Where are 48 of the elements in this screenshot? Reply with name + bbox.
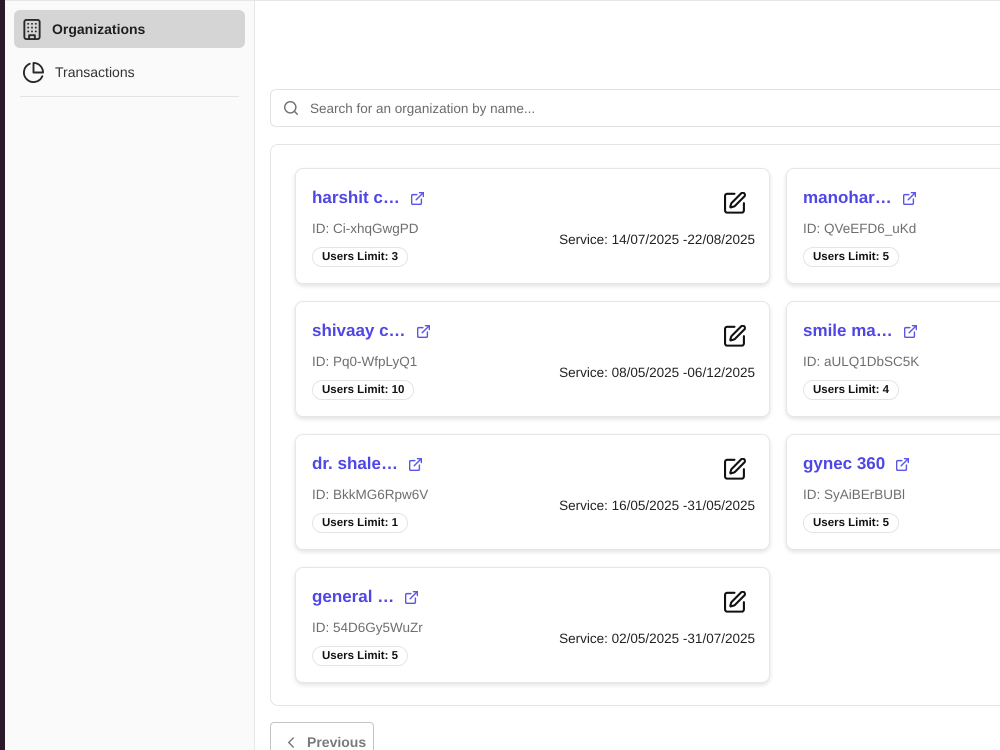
- edit-button[interactable]: [724, 591, 746, 613]
- sidebar-item[interactable]: Transactions: [14, 53, 245, 91]
- external-link-icon[interactable]: [902, 192, 916, 204]
- users-limit-badge: Users Limit: 3: [312, 247, 408, 267]
- organization-name-link[interactable]: manohar…: [803, 188, 892, 208]
- edit-icon: [724, 458, 746, 480]
- chevron-left-icon: [288, 736, 294, 748]
- organization-id: ID: Pq0-WfpLyQ1: [312, 353, 418, 371]
- previous-button[interactable]: Previous: [270, 722, 374, 750]
- external-link-icon[interactable]: [408, 458, 422, 470]
- organization-id: ID: aULQ1DbSC5K: [803, 353, 920, 371]
- users-limit-badge: Users Limit: 10: [312, 380, 414, 400]
- edit-icon: [724, 325, 746, 347]
- organization-name-link[interactable]: general …: [312, 587, 394, 607]
- edit-button[interactable]: [724, 192, 746, 214]
- users-limit-badge: Users Limit: 1: [312, 513, 408, 533]
- service-period: Service: 08/05/2025 -06/12/2025: [559, 364, 755, 382]
- edit-icon: [724, 192, 746, 214]
- users-limit-badge: Users Limit: 4: [803, 380, 900, 400]
- organization-name-link[interactable]: smile ma…: [803, 321, 893, 341]
- edit-button[interactable]: [724, 458, 746, 480]
- service-period: Service: 14/07/2025 -22/08/2025: [559, 231, 755, 249]
- organization-name-link[interactable]: gynec 360: [803, 454, 886, 474]
- users-limit-badge: Users Limit: 5: [803, 513, 900, 533]
- external-link-icon[interactable]: [416, 324, 430, 338]
- pie-chart-icon: [23, 62, 44, 82]
- organization-id: ID: BkkMG6Rpw6V: [312, 486, 428, 504]
- organization-name-link[interactable]: harshit c…: [312, 188, 400, 208]
- organization-id: ID: QVeEFD6_uKd: [803, 220, 916, 238]
- service-period: Service: 16/05/2025 -31/05/2025: [559, 497, 755, 515]
- users-limit-badge: Users Limit: 5: [803, 247, 900, 267]
- edit-icon: [724, 591, 746, 613]
- search-field[interactable]: Search for an organization by name...: [270, 89, 1000, 127]
- service-period: Service: 02/05/2025 -31/07/2025: [559, 630, 755, 648]
- organization-id: ID: 54D6Gy5WuZr: [312, 619, 423, 637]
- sidebar-item[interactable]: Organizations: [14, 10, 245, 48]
- organization-name-link[interactable]: dr. shale…: [312, 454, 398, 474]
- external-link-icon[interactable]: [405, 590, 418, 604]
- search-icon: [284, 101, 298, 115]
- external-link-icon[interactable]: [896, 458, 910, 470]
- organization-name-link[interactable]: shivaay c…: [312, 321, 406, 341]
- building-icon: [23, 18, 41, 40]
- external-link-icon[interactable]: [904, 324, 917, 338]
- edit-button[interactable]: [724, 325, 746, 347]
- external-link-icon[interactable]: [410, 192, 424, 204]
- organization-id: ID: Ci-xhqGwgPD: [312, 220, 419, 238]
- organization-id: ID: SyAiBErBUBl: [803, 486, 906, 504]
- users-limit-badge: Users Limit: 5: [312, 646, 408, 666]
